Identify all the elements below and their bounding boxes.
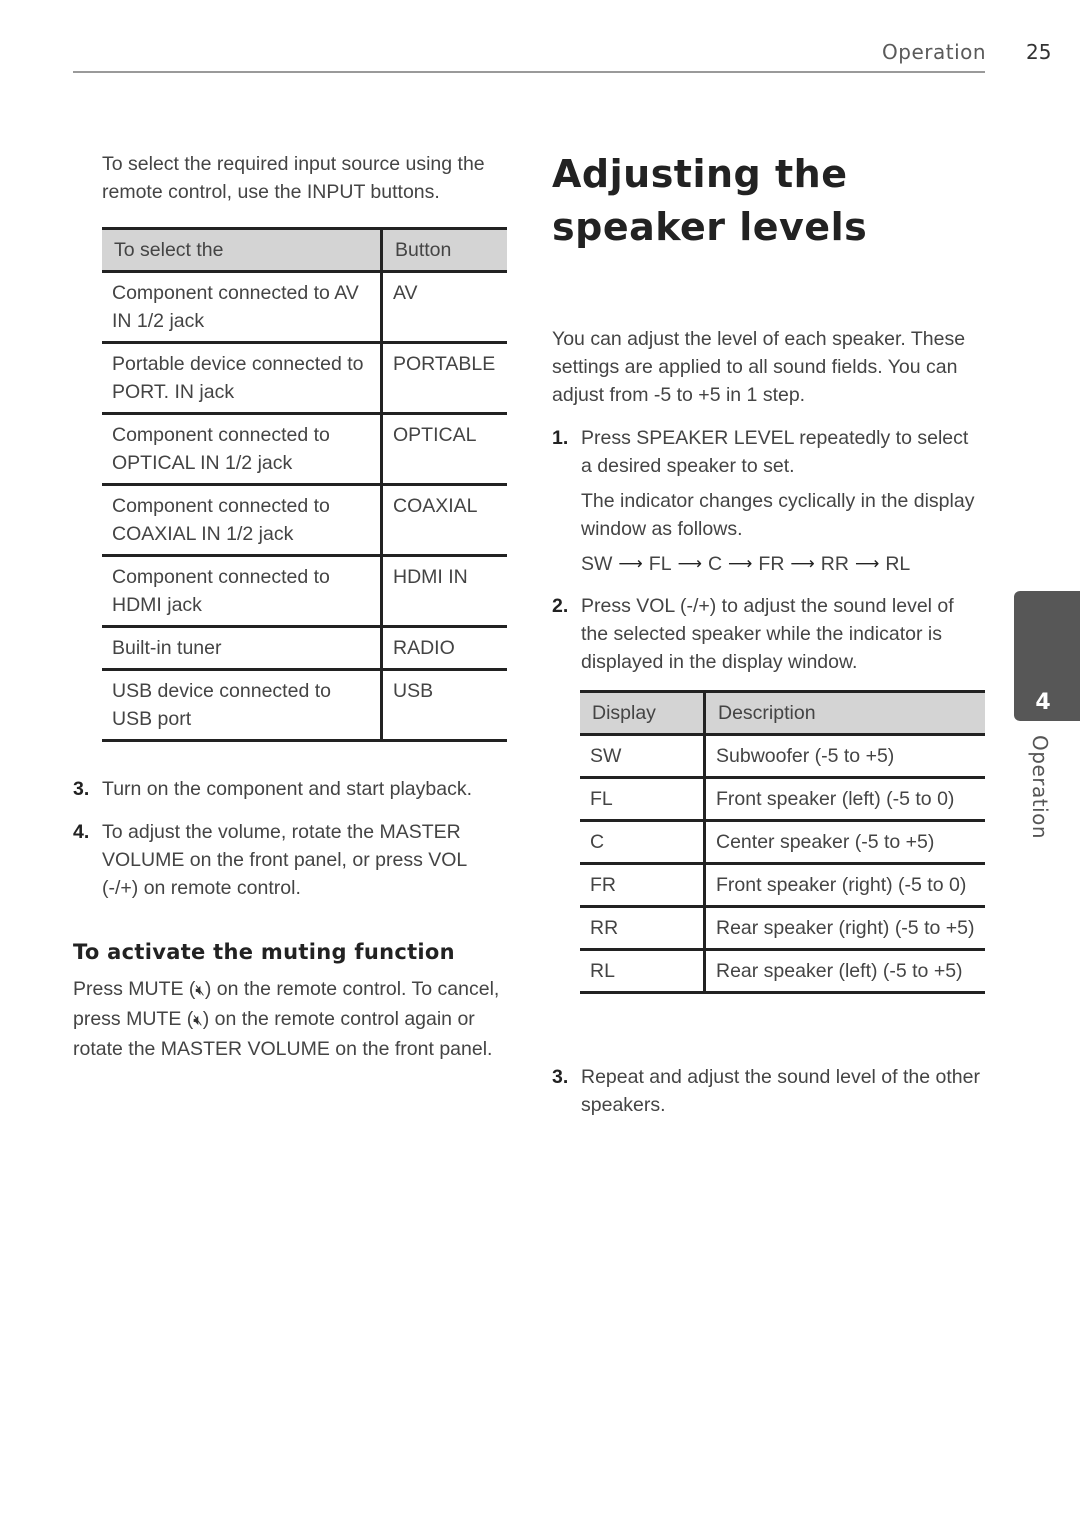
table-row: C Center speaker (-5 to +5)	[580, 820, 985, 864]
source-cell: Component connected to AV IN 1/2 jack	[102, 271, 383, 343]
header-section-title: Operation	[882, 40, 987, 64]
column-header: To select the	[102, 228, 383, 272]
arrow-right-icon: ⟶	[854, 554, 880, 573]
speaker-levels-intro: You can adjust the level of each speaker…	[552, 328, 966, 406]
header-divider	[73, 71, 985, 73]
muting-text-1: Press MUTE (	[73, 978, 196, 1000]
button-cell: USB	[393, 680, 434, 702]
display-cell: FR	[580, 863, 706, 907]
chapter-label: Operation	[1024, 735, 1054, 845]
source-cell: Component connected to HDMI jack	[102, 555, 383, 627]
display-cell: RR	[580, 906, 706, 950]
display-cell: RL	[580, 949, 706, 993]
table-row: Component connected to HDMI jack HDMI IN	[102, 555, 507, 627]
page-title: Adjusting the speaker levels	[552, 152, 868, 249]
button-cell: AV	[393, 282, 418, 304]
speaker-level-table: Display Description SW Subwoofer (-5 to …	[580, 690, 985, 994]
table-row: Built-in tuner RADIO	[102, 626, 507, 670]
description-cell: Rear speaker (right) (-5 to +5)	[716, 917, 975, 939]
muting-heading: To activate the muting function	[73, 940, 455, 964]
source-cell: USB device connected to USB port	[102, 669, 383, 741]
description-cell: Front speaker (left) (-5 to 0)	[716, 788, 955, 810]
sequence-item: RL	[885, 553, 911, 575]
step-number: 4.	[73, 821, 90, 843]
table-row: FL Front speaker (left) (-5 to 0)	[580, 777, 985, 821]
input-source-table: To select the Button Component connected…	[102, 227, 507, 742]
display-cell: FL	[580, 777, 706, 821]
display-cell: SW	[580, 734, 706, 778]
sequence-item: C	[707, 553, 723, 575]
chapter-tab: 4	[1014, 591, 1080, 721]
table-row: USB device connected to USB port USB	[102, 669, 507, 741]
muting-paragraph: Press MUTE (🔇︎) on the remote control. T…	[73, 975, 513, 1063]
button-cell: OPTICAL	[393, 424, 477, 446]
display-cell: C	[580, 820, 706, 864]
table-row: FR Front speaker (right) (-5 to 0)	[580, 863, 985, 907]
step-3-left: 3. Turn on the component and start playb…	[73, 775, 513, 803]
description-cell: Rear speaker (left) (-5 to +5)	[716, 960, 963, 982]
input-select-intro: To select the required input source usin…	[102, 153, 485, 203]
step-text: To adjust the volume, rotate the MASTER …	[102, 821, 467, 899]
table-header-row: To select the Button	[102, 228, 507, 272]
table-row: Component connected to AV IN 1/2 jack AV	[102, 271, 507, 343]
step-text: Press VOL (-/+) to adjust the sound leve…	[581, 595, 954, 673]
sequence-item: SW	[581, 553, 613, 575]
button-cell: RADIO	[393, 637, 455, 659]
sequence-item: FR	[758, 553, 785, 575]
column-header: Display	[580, 691, 706, 735]
table-row: Component connected to COAXIAL IN 1/2 ja…	[102, 484, 507, 556]
step-number: 2.	[552, 595, 569, 617]
arrow-right-icon: ⟶	[618, 554, 643, 573]
description-cell: Subwoofer (-5 to +5)	[716, 745, 895, 767]
page-number: 25	[1026, 40, 1052, 64]
description-cell: Front speaker (right) (-5 to 0)	[716, 874, 967, 896]
column-header: Button	[381, 228, 507, 272]
source-cell: Component connected to OPTICAL IN 1/2 ja…	[102, 413, 383, 485]
table-header-row: Display Description	[580, 691, 985, 735]
table-row: SW Subwoofer (-5 to +5)	[580, 734, 985, 778]
mute-icon: 🔇︎	[193, 1012, 203, 1029]
table-row: Portable device connected to PORT. IN ja…	[102, 342, 507, 414]
sequence-item: RR	[820, 553, 849, 575]
mute-icon: 🔇︎	[195, 982, 205, 999]
step-4-left: 4. To adjust the volume, rotate the MAST…	[73, 818, 488, 902]
column-header: Description	[704, 691, 985, 735]
chapter-label-text: Operation	[1028, 735, 1052, 840]
table-row: RL Rear speaker (left) (-5 to +5)	[580, 949, 985, 993]
table-row: RR Rear speaker (right) (-5 to +5)	[580, 906, 985, 950]
chapter-number: 4	[1035, 690, 1051, 715]
step-text: Repeat and adjust the sound level of the…	[581, 1066, 980, 1116]
step-1-right: 1. Press SPEAKER LEVEL repeatedly to sel…	[552, 424, 982, 480]
step-text: Turn on the component and start playback…	[102, 778, 472, 800]
speaker-sequence: SW ⟶ FL ⟶ C ⟶ FR ⟶ RR ⟶ RL	[581, 550, 910, 578]
button-cell: PORTABLE	[393, 353, 496, 375]
step-number: 3.	[552, 1066, 569, 1088]
sequence-item: FL	[648, 553, 672, 575]
step-number: 3.	[73, 778, 90, 800]
source-cell: Portable device connected to PORT. IN ja…	[102, 342, 383, 414]
step-number: 1.	[552, 427, 569, 449]
step-text: Press SPEAKER LEVEL repeatedly to select…	[581, 427, 969, 477]
arrow-right-icon: ⟶	[790, 554, 815, 573]
arrow-right-icon: ⟶	[728, 554, 753, 573]
speaker-table-container: Display Description SW Subwoofer (-5 to …	[580, 690, 985, 994]
input-source-table-container: To select the Button Component connected…	[102, 227, 507, 742]
source-cell: Built-in tuner	[102, 626, 383, 670]
source-cell: Component connected to COAXIAL IN 1/2 ja…	[102, 484, 383, 556]
step-2-right: 2. Press VOL (-/+) to adjust the sound l…	[552, 592, 982, 676]
description-cell: Center speaker (-5 to +5)	[716, 831, 935, 853]
indicator-description: The indicator changes cyclically in the …	[581, 490, 975, 540]
step-3-right: 3. Repeat and adjust the sound level of …	[552, 1063, 982, 1119]
button-cell: HDMI IN	[393, 566, 468, 588]
arrow-right-icon: ⟶	[677, 554, 702, 573]
table-row: Component connected to OPTICAL IN 1/2 ja…	[102, 413, 507, 485]
button-cell: COAXIAL	[393, 495, 478, 517]
